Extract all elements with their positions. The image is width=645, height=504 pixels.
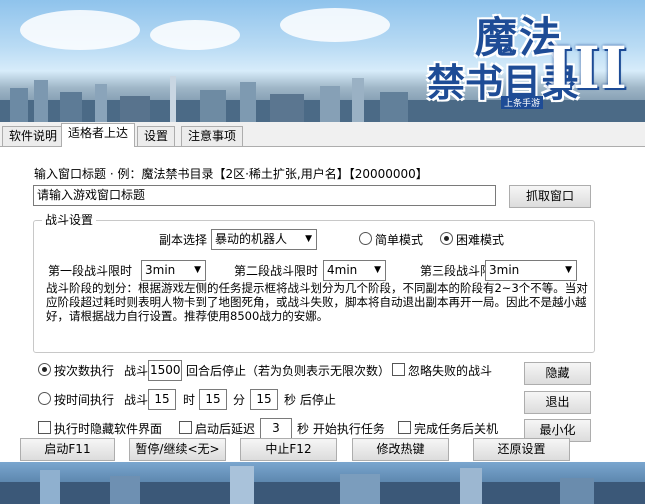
delay-seconds-input[interactable]: 3 (260, 418, 292, 439)
cloud-decoration (280, 8, 390, 42)
exit-button[interactable]: 退出 (524, 391, 591, 414)
mode-hard-radio[interactable] (440, 232, 453, 245)
count-mode-label[interactable]: 按次数执行 (54, 364, 114, 378)
mode-easy-label[interactable]: 简单模式 (375, 233, 423, 247)
tab-software-info[interactable]: 软件说明 (2, 126, 65, 146)
count-battle-label: 战斗 (124, 364, 149, 378)
tab-settings[interactable]: 设置 (137, 126, 176, 146)
battle-settings-title: 战斗设置 (42, 213, 97, 227)
ignore-failed-label[interactable]: 忽略失败的战斗 (408, 364, 492, 378)
stop-button[interactable]: 中止F12 (240, 438, 337, 461)
count-mode-radio[interactable] (38, 363, 51, 376)
instance-select[interactable]: 暴动的机器人 ▼ (211, 229, 317, 250)
game-logo: 魔法 禁书目录 III 上条手游 (427, 4, 627, 109)
mode-easy-radio[interactable] (359, 232, 372, 245)
tab-shikakusha[interactable]: 适格者上达 (61, 123, 136, 147)
stage1-time-label: 第一段战斗限时 (48, 264, 133, 278)
window-title-hint: 输入窗口标题 · 例：魔法禁书目录【2区·稀土扩张,用户名】【20000000】 (34, 167, 428, 181)
delay-label[interactable]: 启动后延迟 (195, 422, 255, 436)
seconds-input[interactable]: 15 (250, 389, 278, 410)
stage2-time-value: 4min (327, 263, 358, 277)
tab-notes[interactable]: 注意事项 (181, 126, 244, 146)
banner: 魔法 禁书目录 III 上条手游 (0, 0, 645, 122)
shutdown-checkbox[interactable] (398, 421, 411, 434)
logo-roman-numeral: III (545, 34, 627, 102)
instance-select-value: 暴动的机器人 (215, 232, 288, 246)
bottom-city-strip (0, 462, 645, 504)
tab-content: 输入窗口标题 · 例：魔法禁书目录【2区·稀土扩张,用户名】【20000000】… (0, 147, 645, 462)
delay-suffix: 秒 开始执行任务 (297, 422, 385, 436)
chevron-down-icon: ▼ (194, 265, 201, 275)
shutdown-label[interactable]: 完成任务后关机 (414, 422, 498, 436)
chevron-down-icon: ▼ (374, 265, 381, 275)
minutes-unit: 分 (233, 393, 246, 407)
stage3-time-value: 3min (489, 263, 520, 277)
minutes-input[interactable]: 15 (199, 389, 227, 410)
battle-stage-note: 战斗阶段的划分：根据游戏左侧的任务提示框将战斗划分为几个阶段，不同副本的阶段有2… (46, 281, 588, 323)
chevron-down-icon: ▼ (565, 265, 572, 275)
seconds-unit: 秒 后停止 (284, 393, 336, 407)
grab-window-button[interactable]: 抓取窗口 (509, 185, 591, 208)
chevron-down-icon: ▼ (305, 234, 312, 244)
cloud-decoration (20, 10, 140, 50)
hours-unit: 时 (183, 393, 196, 407)
time-mode-label[interactable]: 按时间执行 (54, 393, 114, 407)
mode-hard-label[interactable]: 困难模式 (456, 233, 504, 247)
change-hotkey-button[interactable]: 修改热键 (352, 438, 449, 461)
stage1-time-value: 3min (145, 263, 176, 277)
start-button[interactable]: 启动F11 (20, 438, 115, 461)
stage3-time-select[interactable]: 3min ▼ (485, 260, 577, 281)
main-panel: 软件说明 适格者上达 设置 注意事项 输入窗口标题 · 例：魔法禁书目录【2区·… (0, 122, 645, 462)
ignore-failed-checkbox[interactable] (392, 363, 405, 376)
time-battle-label: 战斗 (124, 393, 149, 407)
window-title-input[interactable]: 请输入游戏窗口标题 (33, 185, 496, 206)
stage1-time-select[interactable]: 3min ▼ (141, 260, 206, 281)
hide-button[interactable]: 隐藏 (524, 362, 591, 385)
cloud-decoration (150, 20, 240, 50)
hide-ui-label[interactable]: 执行时隐藏软件界面 (54, 422, 162, 436)
time-mode-radio[interactable] (38, 392, 51, 405)
instance-select-label: 副本选择 (159, 233, 208, 247)
stage2-time-select[interactable]: 4min ▼ (323, 260, 386, 281)
count-mode-suffix: 回合后停止（若为负则表示无限次数） (186, 364, 391, 378)
logo-subtitle: 上条手游 (501, 96, 544, 109)
hours-input[interactable]: 15 (148, 389, 176, 410)
city-skyline-bottom (0, 466, 645, 504)
delay-checkbox[interactable] (179, 421, 192, 434)
battle-count-input[interactable]: 1500 (148, 360, 182, 381)
stage2-time-label: 第二段战斗限时 (234, 264, 319, 278)
reset-settings-button[interactable]: 还原设置 (473, 438, 570, 461)
tab-bar: 软件说明 适格者上达 设置 注意事项 (0, 122, 645, 147)
hide-ui-checkbox[interactable] (38, 421, 51, 434)
pause-resume-button[interactable]: 暂停/继续<无> (129, 438, 226, 461)
